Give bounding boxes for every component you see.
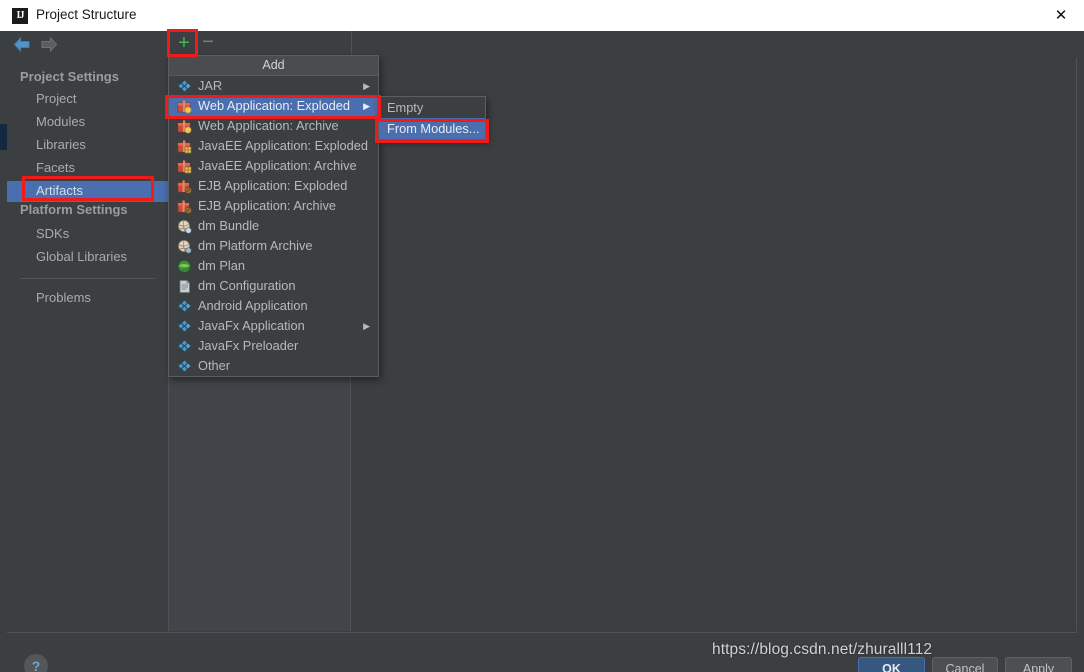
menu-item-web-application-archive[interactable]: Web Application: Archive (169, 116, 378, 136)
sidebar-item-label: Modules (36, 114, 86, 129)
sidebar-item-problems[interactable]: Problems (7, 288, 168, 309)
menu-item-label: dm Plan (198, 258, 245, 273)
web-exploded-icon (177, 99, 192, 114)
remove-artifact-button[interactable]: − (199, 32, 217, 53)
sidebar-item-facets[interactable]: Facets (7, 158, 168, 179)
javaee-exploded-icon (177, 139, 192, 154)
dm-config-icon (177, 279, 192, 294)
javafx-preloader-icon (177, 339, 192, 354)
selection-accent-strip (0, 124, 7, 150)
javaee-archive-icon (177, 159, 192, 174)
menu-item-javafx-application[interactable]: JavaFx Application ▶ (169, 316, 378, 336)
app-logo-icon: IJ (12, 8, 28, 24)
sidebar-section-platform-settings: Platform Settings (20, 202, 128, 217)
other-icon (177, 359, 192, 374)
menu-item-dm-platform-archive[interactable]: dm Platform Archive (169, 236, 378, 256)
menu-item-ejb-application-archive[interactable]: EJB Application: Archive (169, 196, 378, 216)
forward-arrow-icon (40, 36, 58, 53)
menu-item-javafx-preloader[interactable]: JavaFx Preloader (169, 336, 378, 356)
menu-item-label: JAR (198, 78, 223, 93)
sidebar-item-label: Facets (36, 160, 76, 175)
artifact-details-pane[interactable] (351, 58, 1077, 631)
web-exploded-submenu: Empty From Modules... (378, 96, 486, 140)
menu-item-dm-bundle[interactable]: dm Bundle (169, 216, 378, 236)
pane-edge (1077, 58, 1084, 631)
menu-item-label: JavaEE Application: Archive (198, 158, 357, 173)
help-button[interactable]: ? (24, 654, 48, 672)
menu-item-label: EJB Application: Exploded (198, 178, 348, 193)
menu-item-label: Web Application: Exploded (198, 98, 351, 113)
javafx-app-icon (177, 319, 192, 334)
chevron-right-icon: ▶ (363, 101, 370, 111)
menu-item-other[interactable]: Other (169, 356, 378, 376)
apply-button[interactable]: Apply (1005, 657, 1072, 672)
menu-item-javaee-application-archive[interactable]: JavaEE Application: Archive (169, 156, 378, 176)
sidebar-item-label: Problems (36, 290, 91, 305)
menu-item-label: JavaFx Application (198, 318, 305, 333)
settings-sidebar: Project Settings Project Modules Librari… (7, 58, 169, 631)
sidebar-item-libraries[interactable]: Libraries (7, 135, 168, 156)
menu-item-label: JavaEE Application: Exploded (198, 138, 369, 153)
menu-item-jar[interactable]: JAR ▶ (169, 76, 378, 96)
cancel-button[interactable]: Cancel (932, 657, 998, 672)
dialog-body: + − Project Settings Project Modules Lib… (0, 31, 1084, 672)
menu-item-label: dm Bundle (198, 218, 260, 233)
ejb-exploded-icon (177, 179, 192, 194)
back-arrow-icon[interactable] (13, 36, 31, 53)
menu-item-dm-plan[interactable]: dm Plan (169, 256, 378, 276)
menu-item-label: dm Configuration (198, 278, 296, 293)
sidebar-item-label: Artifacts (36, 183, 83, 198)
menu-item-web-application-exploded[interactable]: Web Application: Exploded ▶ (169, 96, 378, 116)
sidebar-item-global-libraries[interactable]: Global Libraries (7, 247, 168, 268)
android-app-icon (177, 299, 192, 314)
menu-item-javaee-application-exploded[interactable]: JavaEE Application: Exploded (169, 136, 378, 156)
title-bar: IJ Project Structure ✕ (0, 0, 1084, 32)
close-icon[interactable]: ✕ (1038, 0, 1084, 31)
chevron-right-icon: ▶ (363, 81, 370, 91)
toolbar-divider-1 (168, 31, 169, 58)
toolbar-divider-2 (351, 31, 352, 58)
sidebar-item-label: Libraries (36, 137, 86, 152)
sidebar-item-project[interactable]: Project (7, 89, 168, 110)
chevron-right-icon: ▶ (363, 321, 370, 331)
sidebar-item-artifacts[interactable]: Artifacts (7, 181, 168, 202)
menu-header: Add (169, 56, 378, 76)
sidebar-item-label: Global Libraries (36, 249, 128, 264)
menu-item-label: EJB Application: Archive (198, 198, 336, 213)
sidebar-item-label: SDKs (36, 226, 70, 241)
menu-item-dm-configuration[interactable]: dm Configuration (169, 276, 378, 296)
ejb-archive-icon (177, 199, 192, 214)
sidebar-divider (20, 278, 155, 279)
add-artifact-button[interactable]: + (175, 33, 193, 53)
menu-item-label: Other (198, 358, 231, 373)
menu-item-label: JavaFx Preloader (198, 338, 299, 353)
window-title: Project Structure (36, 7, 137, 22)
submenu-item-from-modules[interactable]: From Modules... (379, 118, 485, 139)
sidebar-item-sdks[interactable]: SDKs (7, 224, 168, 245)
sidebar-item-modules[interactable]: Modules (7, 112, 168, 133)
sidebar-item-label: Project (36, 91, 77, 106)
jar-icon (177, 79, 192, 94)
menu-item-ejb-application-exploded[interactable]: EJB Application: Exploded (169, 176, 378, 196)
sidebar-section-project-settings: Project Settings (20, 69, 119, 84)
dm-plan-icon (177, 259, 192, 274)
menu-item-android-application[interactable]: Android Application (169, 296, 378, 316)
ok-button[interactable]: OK (858, 657, 925, 672)
watermark-url: https://blog.csdn.net/zhuralll112 (712, 641, 933, 658)
project-structure-dialog: IJ Project Structure ✕ + − Project Setti… (0, 0, 1084, 672)
toolbar: + − (0, 31, 1084, 58)
dm-platform-icon (177, 239, 192, 254)
dm-bundle-icon (177, 219, 192, 234)
menu-item-label: dm Platform Archive (198, 238, 313, 253)
menu-item-label: Android Application (198, 298, 308, 313)
menu-item-label: Web Application: Archive (198, 118, 339, 133)
submenu-item-empty[interactable]: Empty (379, 97, 485, 118)
add-artifact-menu: Add JAR ▶ Web Application: Exploded ▶ We… (168, 55, 379, 377)
web-archive-icon (177, 119, 192, 134)
